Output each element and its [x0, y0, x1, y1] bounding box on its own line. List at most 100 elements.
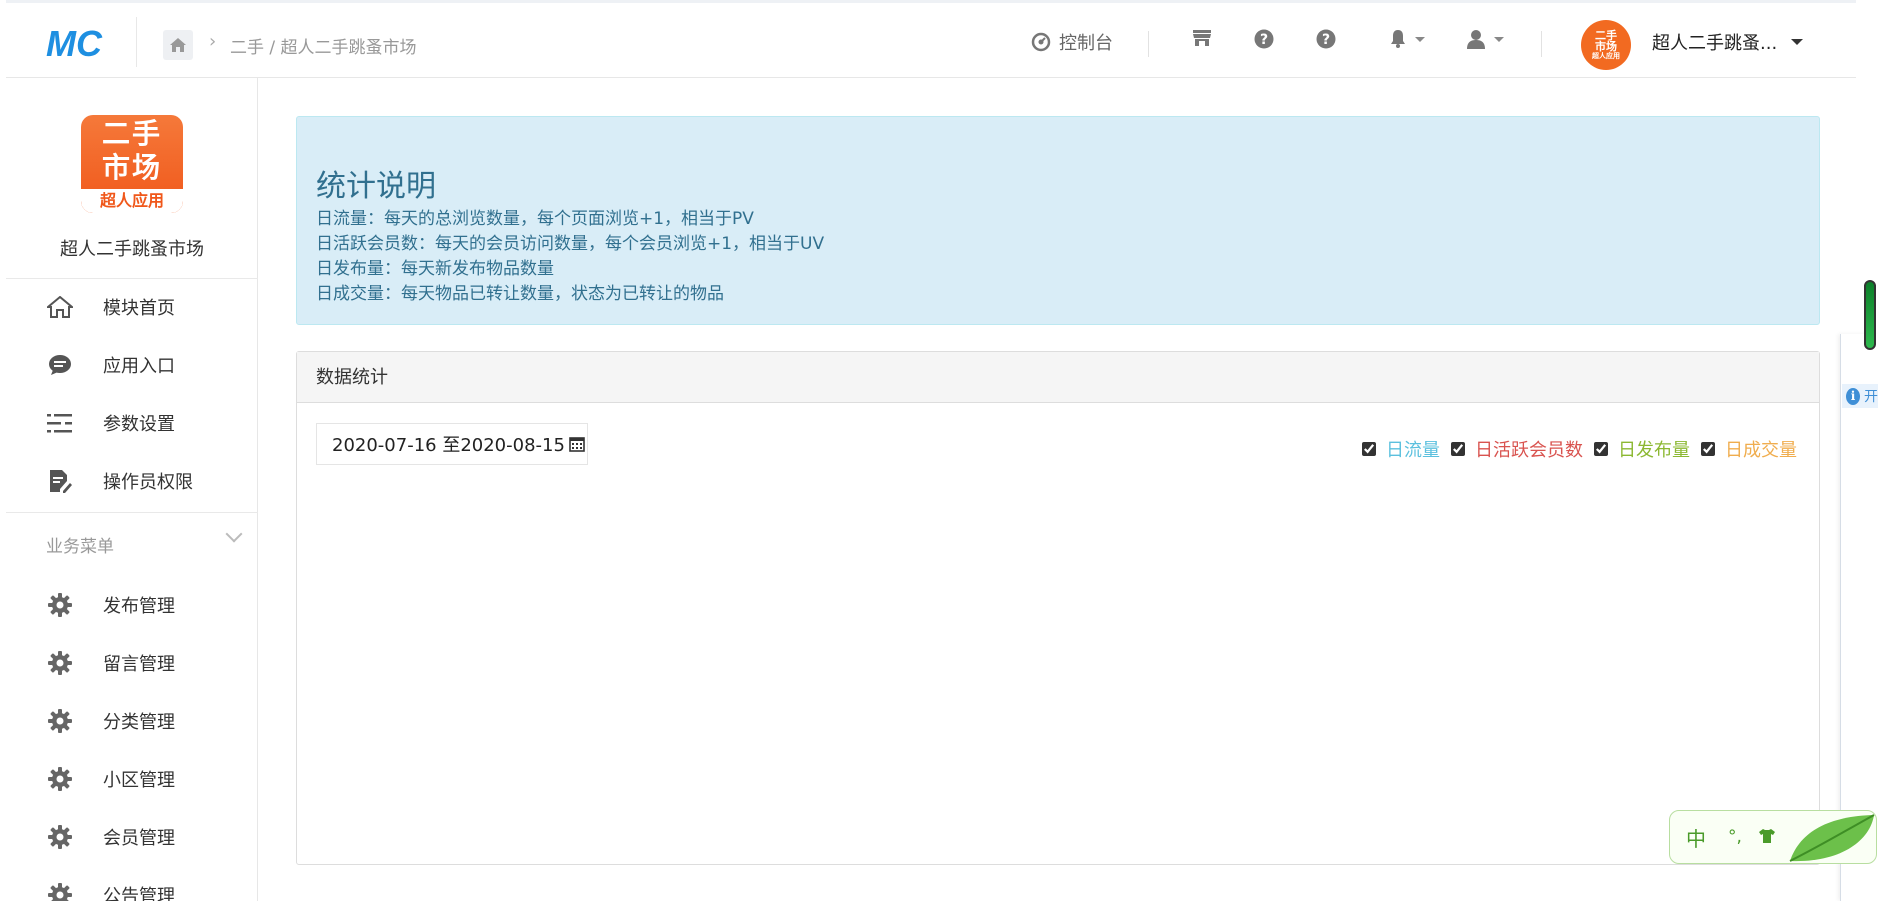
sidebar-item-category-management[interactable]: 分类管理	[6, 697, 258, 745]
legend-daily-deals[interactable]: 日成交量	[1701, 436, 1797, 462]
app-logo: 二手 市场 超人应用	[81, 115, 183, 213]
top-header: MC › 二手 / 超人二手跳蚤市场 控制台 ? ? 二手 市场 超人应用 超人…	[6, 0, 1856, 78]
account-avatar[interactable]: 二手 市场 超人应用	[1581, 20, 1631, 70]
sidebar-divider	[6, 512, 258, 513]
notice-line: 日发布量：每天新发布物品数量	[316, 259, 554, 279]
side-info-tab[interactable]: i 开	[1842, 384, 1878, 408]
chart-legend: 日流量 日活跃会员数 日发布量 日成交量	[1351, 436, 1797, 462]
gear-icon	[46, 591, 74, 619]
chevron-down-icon	[1494, 36, 1504, 42]
breadcrumb-separator: ›	[209, 31, 217, 52]
gear-icon	[46, 881, 74, 901]
notice-line: 日流量：每天的总浏览数量，每个页面浏览+1，相当于PV	[316, 209, 754, 229]
calendar-icon	[569, 436, 585, 452]
sidebar-item-operator-permissions[interactable]: 操作员权限	[6, 457, 258, 505]
svg-text:MC: MC	[46, 23, 103, 63]
sidebar-item-publish-management[interactable]: 发布管理	[6, 581, 258, 629]
legend-daily-traffic[interactable]: 日流量	[1362, 436, 1440, 462]
home-icon	[46, 293, 74, 321]
svg-text:?: ?	[1322, 32, 1330, 48]
home-icon	[170, 38, 186, 52]
ime-punctuation[interactable]: °,	[1728, 827, 1742, 847]
info-icon: i	[1846, 387, 1860, 405]
user-icon	[1467, 30, 1485, 49]
sidebar-item-module-home[interactable]: 模块首页	[6, 283, 258, 331]
app-root: MC › 二手 / 超人二手跳蚤市场 控制台 ? ? 二手 市场 超人应用 超人…	[0, 0, 1878, 901]
notice-line: 日活跃会员数：每天的会员访问数量，每个会员浏览+1，相当于UV	[316, 234, 825, 254]
section-title: 业务菜单	[46, 537, 114, 557]
legend-daily-posts[interactable]: 日发布量	[1594, 436, 1690, 462]
sidebar-item-label: 分类管理	[103, 712, 175, 733]
svg-text:?: ?	[1260, 32, 1268, 48]
sidebar-item-label: 参数设置	[103, 414, 175, 435]
store-icon	[1193, 30, 1211, 46]
sidebar-item-settings[interactable]: 参数设置	[6, 399, 258, 447]
gear-icon	[46, 823, 74, 851]
brand-logo[interactable]: MC	[44, 23, 114, 63]
sidebar-item-member-management[interactable]: 会员管理	[6, 813, 258, 861]
notice-title: 统计说明	[316, 169, 436, 204]
sidebar-item-label: 留言管理	[103, 654, 175, 675]
legend-label: 日活跃会员数	[1475, 440, 1583, 461]
sidebar-item-comment-management[interactable]: 留言管理	[6, 639, 258, 687]
date-range-picker[interactable]: 2020-07-16 至2020-08-15	[316, 423, 588, 465]
sidebar-item-label: 应用入口	[103, 356, 175, 377]
app-name: 超人二手跳蚤市场	[60, 239, 204, 260]
sliders-icon	[46, 409, 74, 437]
sidebar-item-label: 会员管理	[103, 828, 175, 849]
notice-body: 日流量：每天的总浏览数量，每个页面浏览+1，相当于PV 日活跃会员数：每天的会员…	[316, 207, 824, 307]
shirt-icon[interactable]	[1758, 825, 1776, 849]
legend-checkbox[interactable]	[1451, 442, 1465, 456]
user-dropdown[interactable]	[1466, 29, 1504, 49]
account-menu[interactable]: 超人二手跳蚤...	[1652, 29, 1804, 55]
console-link[interactable]: 控制台	[1031, 29, 1113, 55]
floating-meter[interactable]	[1864, 280, 1876, 350]
stats-panel: 数据统计 2020-07-16 至2020-08-15 日流量 日活跃会员数 日…	[296, 351, 1820, 865]
sidebar-item-label: 操作员权限	[103, 472, 193, 493]
help-icon: ?	[1254, 29, 1274, 49]
sidebar: 二手 市场 超人应用 超人二手跳蚤市场 模块首页 应用入口 参数设置 操作员权限…	[6, 78, 258, 901]
notice-line: 日成交量：每天物品已转让数量，状态为已转让的物品	[316, 284, 724, 304]
legend-checkbox[interactable]	[1362, 442, 1376, 456]
date-range-value: 2020-07-16 至2020-08-15	[332, 435, 565, 456]
legend-daily-active-members[interactable]: 日活跃会员数	[1451, 436, 1583, 462]
chevron-down-icon	[1791, 39, 1804, 45]
sidebar-divider	[6, 278, 258, 279]
sidebar-item-app-entry[interactable]: 应用入口	[6, 341, 258, 389]
legend-label: 日发布量	[1618, 440, 1690, 461]
store-button[interactable]	[1192, 29, 1212, 47]
console-label: 控制台	[1059, 33, 1113, 54]
sidebar-item-label: 小区管理	[103, 770, 175, 791]
edit-doc-icon	[46, 467, 74, 495]
legend-checkbox[interactable]	[1594, 442, 1608, 456]
account-name: 超人二手跳蚤...	[1652, 33, 1778, 54]
chevron-down-icon	[1415, 36, 1425, 42]
ime-toolbar[interactable]: 中 °,	[1669, 810, 1877, 864]
legend-checkbox[interactable]	[1701, 442, 1715, 456]
notifications-dropdown[interactable]	[1389, 29, 1425, 49]
sidebar-item-community-management[interactable]: 小区管理	[6, 755, 258, 803]
gear-icon	[46, 649, 74, 677]
sidebar-item-label: 公告管理	[103, 886, 175, 901]
help-icon: ?	[1316, 29, 1336, 49]
bell-icon	[1391, 30, 1405, 48]
header-separator	[1541, 31, 1542, 57]
stats-notice: 统计说明 日流量：每天的总浏览数量，每个页面浏览+1，相当于PV 日活跃会员数：…	[296, 116, 1820, 325]
sidebar-item-label: 发布管理	[103, 596, 175, 617]
side-info-text: 开	[1864, 389, 1878, 405]
help-button[interactable]: ?	[1254, 29, 1274, 49]
sidebar-item-label: 模块首页	[103, 298, 175, 319]
help-button-2[interactable]: ?	[1316, 29, 1336, 49]
legend-label: 日流量	[1386, 440, 1440, 461]
home-button[interactable]	[163, 30, 193, 60]
gear-icon	[46, 707, 74, 735]
chevron-down-icon[interactable]	[225, 525, 243, 543]
sidebar-item-announcement-management[interactable]: 公告管理	[6, 871, 258, 901]
header-divider	[136, 17, 137, 67]
header-separator	[1148, 31, 1149, 57]
breadcrumb[interactable]: 二手 / 超人二手跳蚤市场	[230, 33, 417, 58]
legend-label: 日成交量	[1725, 440, 1797, 461]
ime-mode[interactable]: 中	[1686, 823, 1706, 852]
gear-icon	[46, 765, 74, 793]
dashboard-icon	[1031, 32, 1051, 52]
